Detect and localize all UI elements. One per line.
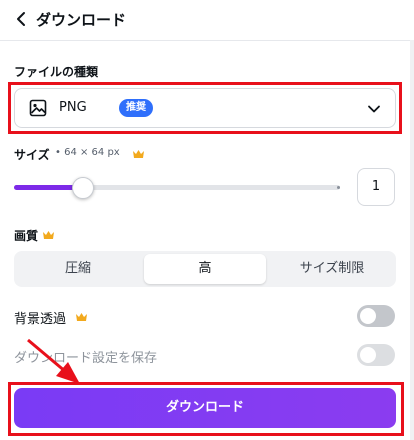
red-arrow-annotation [27, 338, 80, 384]
scrollbar[interactable] [410, 40, 414, 440]
